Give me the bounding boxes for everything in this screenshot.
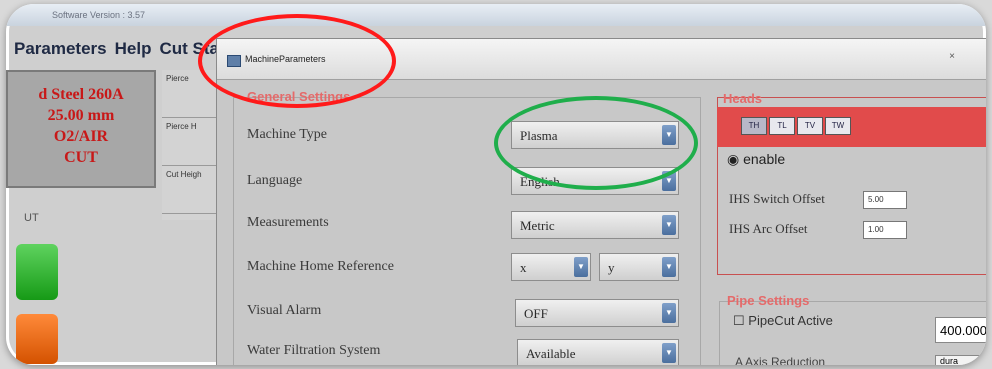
material-line: 25.00 mm (47, 107, 115, 124)
chevron-down-icon[interactable]: ▼ (574, 257, 588, 277)
checkbox-icon: ☐ (733, 313, 749, 328)
chevron-down-icon[interactable]: ▼ (662, 343, 676, 363)
axis-reduction-input[interactable]: dura (935, 355, 986, 365)
close-icon[interactable]: × (949, 51, 955, 62)
material-info: d Steel 260A 25.00 mm O2/AIR CUT (6, 70, 156, 188)
chevron-down-icon[interactable]: ▼ (662, 303, 676, 323)
pipecut-label: PipeCut Active (748, 313, 833, 328)
visual-alarm-select[interactable]: OFF ▼ (515, 299, 679, 327)
column-tab[interactable]: Pierce H (162, 118, 218, 166)
ihs-arc-offset-label: IHS Arc Offset (729, 221, 808, 236)
material-line: d Steel 260A (38, 86, 124, 103)
home-reference-y-select[interactable]: y ▼ (599, 253, 679, 281)
visual-alarm-label: Visual Alarm (247, 303, 322, 318)
material-line: CUT (64, 149, 98, 166)
column-tab[interactable]: Cut Heigh (162, 166, 218, 214)
water-filtration-select[interactable]: Available ▼ (517, 339, 679, 365)
ihs-switch-offset-label: IHS Switch Offset (729, 191, 825, 206)
enable-label: enable (743, 151, 786, 167)
green-start-button[interactable] (16, 244, 58, 300)
pipecut-checkbox[interactable]: ☐ PipeCut Active (733, 313, 833, 329)
water-filtration-label: Water Filtration System (247, 343, 381, 358)
measurements-select[interactable]: Metric ▼ (511, 211, 679, 239)
pipe-settings-title: Pipe Settings (727, 293, 810, 308)
ut-label: UT (24, 212, 39, 224)
ihs-arc-offset-input[interactable]: 1.00 (863, 221, 907, 239)
radio-selected-icon: ◉ (727, 151, 744, 167)
menu-parameters[interactable]: Parameters (14, 39, 107, 59)
head-button-tw[interactable]: TW (825, 117, 851, 135)
axis-reduction-label: A Axis Reduction (735, 355, 826, 365)
home-reference-x-value: x (520, 260, 527, 275)
home-reference-x-select[interactable]: x ▼ (511, 253, 591, 281)
water-filtration-value: Available (526, 346, 576, 361)
green-annotation-ellipse (494, 96, 698, 190)
chevron-down-icon[interactable]: ▼ (662, 215, 676, 235)
measurements-value: Metric (520, 218, 555, 233)
measurements-label: Measurements (247, 215, 329, 230)
machine-type-label: Machine Type (247, 127, 328, 142)
chevron-down-icon[interactable]: ▼ (662, 257, 676, 277)
material-line: O2/AIR (53, 128, 109, 145)
head-button-tv[interactable]: TV (797, 117, 823, 135)
photo-frame: Software Version : 3.57 Parameters Help … (6, 4, 986, 365)
menu-help[interactable]: Help (115, 39, 152, 59)
visual-alarm-value: OFF (524, 306, 548, 321)
language-label: Language (247, 173, 303, 188)
pipe-value-input[interactable]: 400.000 (935, 317, 986, 343)
home-reference-y-value: y (608, 260, 615, 275)
background-title-bar: Software Version : 3.57 (6, 4, 986, 26)
ihs-switch-offset-input[interactable]: 5.00 (863, 191, 907, 209)
orange-stop-button[interactable] (16, 314, 58, 364)
heads-title: Heads (723, 91, 763, 106)
head-button-tl[interactable]: TL (769, 117, 795, 135)
enable-radio[interactable]: ◉ enable (727, 151, 785, 168)
background-title: Software Version : 3.57 (52, 10, 146, 20)
home-reference-label: Machine Home Reference (247, 259, 394, 274)
red-annotation-ellipse (198, 14, 396, 108)
parameter-column: Pierce Pierce H Cut Heigh (162, 70, 218, 220)
head-button-th[interactable]: TH (741, 117, 767, 135)
